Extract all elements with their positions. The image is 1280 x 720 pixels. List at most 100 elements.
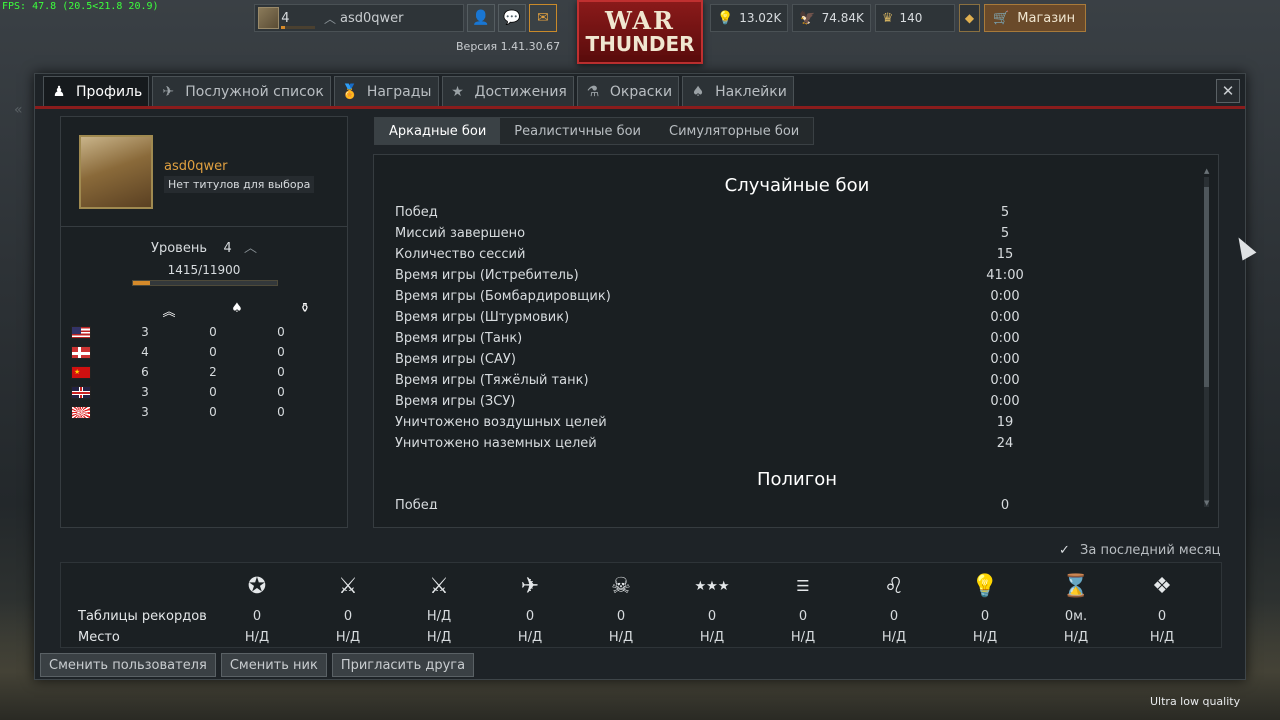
leaderboard-cell: Н/Д bbox=[244, 630, 270, 645]
section-title: Полигон bbox=[757, 469, 837, 490]
level-progress-fill bbox=[281, 26, 286, 29]
country-row: 3 0 0 bbox=[71, 402, 292, 422]
tab-label: Послужной список bbox=[185, 83, 324, 100]
pilot-icon: ♟ bbox=[52, 83, 66, 100]
tab-service-record[interactable]: ✈ Послужной список bbox=[152, 76, 331, 106]
level-progress-bar bbox=[281, 26, 316, 29]
crowns-value: 140 bbox=[899, 11, 923, 25]
chat-button[interactable]: 💬 bbox=[498, 4, 526, 32]
leaderboard-cell: 0 bbox=[616, 609, 626, 624]
lions-value: 13.02K bbox=[739, 11, 782, 25]
last-month-toggle[interactable]: ✓ За последний месяц bbox=[1059, 543, 1221, 558]
scroll-down-icon[interactable]: ▼ bbox=[1204, 499, 1209, 507]
scrollbar-thumb[interactable] bbox=[1204, 187, 1209, 387]
scrollbar[interactable] bbox=[1204, 177, 1209, 507]
star-icon: ★ bbox=[451, 83, 464, 100]
lightbulb-icon: 💡 bbox=[717, 10, 734, 26]
country-value: 6 bbox=[141, 365, 149, 379]
player-level-value: 4 bbox=[281, 10, 290, 26]
side-collapse-icon[interactable]: « bbox=[14, 102, 23, 118]
leaderboard-cell: Н/Д bbox=[881, 630, 907, 645]
country-table: 3 0 0 4 0 0 ★ 6 2 0 3 0 0 3 0 0 bbox=[71, 322, 292, 422]
friends-button[interactable]: 👤 bbox=[467, 4, 495, 32]
top-bar-right: 💡 13.02K 🦅 74.84K ♛ 140 ◆ 🛒 Магазин bbox=[710, 4, 1087, 32]
avatar[interactable] bbox=[79, 135, 153, 209]
lions-balance[interactable]: 💡 13.02K bbox=[710, 4, 789, 32]
experience-bar bbox=[132, 280, 278, 286]
tab-label: Награды bbox=[366, 83, 432, 100]
profile-window: ♟ Профиль ✈ Послужной список 🏅 Награды ★… bbox=[34, 73, 1246, 680]
tab-profile[interactable]: ♟ Профиль bbox=[43, 76, 150, 106]
leaderboard-cell: Н/Д bbox=[426, 609, 452, 624]
change-nick-button[interactable]: Сменить ник bbox=[220, 653, 327, 677]
eagle-icon: 🦅 bbox=[799, 10, 816, 26]
leaderboard-cell: Н/Д bbox=[608, 630, 634, 645]
rank-chevron-icon: ︿ bbox=[243, 241, 257, 256]
player-level: 4 bbox=[281, 5, 316, 31]
mail-icon: ✉ bbox=[537, 10, 549, 26]
country-value: 0 bbox=[277, 325, 285, 339]
decal-icon: ♠ bbox=[691, 83, 705, 100]
tab-awards[interactable]: 🏅 Награды bbox=[333, 76, 439, 106]
country-row: 3 0 0 bbox=[71, 382, 292, 402]
rank-chevron-icon: ︽ bbox=[162, 305, 176, 320]
tab-simulator[interactable]: Симуляторные бои bbox=[655, 118, 813, 144]
tab-skins[interactable]: ⚗ Окраски bbox=[576, 76, 680, 106]
stat-label: Время игры (ЗСУ) bbox=[395, 394, 516, 409]
stat-value: 15 bbox=[996, 247, 1014, 262]
ussr-flag-icon: ★ bbox=[71, 365, 91, 379]
title-selector[interactable]: Нет титулов для выбора bbox=[164, 176, 315, 193]
stat-row: Время игры (Тяжёлый танк) 0:00 bbox=[395, 370, 1035, 391]
close-button[interactable]: ✕ bbox=[1216, 79, 1240, 103]
tab-realistic[interactable]: Реалистичные бои bbox=[500, 118, 655, 144]
stat-value: 5 bbox=[1000, 226, 1010, 241]
checkmark-icon: ✓ bbox=[1059, 543, 1070, 558]
bottom-actions: Сменить пользователя Сменить ник Приглас… bbox=[40, 653, 479, 677]
country-value: 4 bbox=[141, 345, 149, 359]
country-value: 0 bbox=[277, 365, 285, 379]
tab-achievements[interactable]: ★ Достижения bbox=[441, 76, 574, 106]
leaderboard-cell: 0 bbox=[252, 609, 262, 624]
stat-row: Побед 5 bbox=[395, 202, 1035, 223]
crowns-balance[interactable]: ♛ 140 bbox=[874, 4, 955, 32]
tab-underline bbox=[35, 106, 1245, 109]
stat-row: Время игры (ЗСУ) 0:00 bbox=[395, 391, 1035, 412]
country-value: 3 bbox=[141, 385, 149, 399]
shop-button[interactable]: 🛒 Магазин bbox=[984, 4, 1087, 32]
leaderboard-cell: Н/Д bbox=[1149, 630, 1175, 645]
stat-row: Время игры (Танк) 0:00 bbox=[395, 328, 1035, 349]
scroll-up-icon[interactable]: ▲ bbox=[1204, 167, 1209, 175]
stat-value: 0:00 bbox=[990, 310, 1020, 325]
stat-value: 0:00 bbox=[990, 352, 1020, 367]
tab-arcade[interactable]: Аркадные бои bbox=[375, 118, 501, 144]
change-user-button[interactable]: Сменить пользователя bbox=[40, 653, 216, 677]
eagles-balance[interactable]: 🦅 74.84K bbox=[792, 4, 871, 32]
top-bar-left: 4 ︿ asd0qwer 👤 💬 ✉ bbox=[254, 4, 557, 32]
player-level-box[interactable]: 4 bbox=[254, 4, 316, 32]
avatar bbox=[258, 7, 280, 29]
stat-value: 0:00 bbox=[990, 289, 1020, 304]
nickname-label: asd0qwer bbox=[340, 10, 404, 26]
country-value: 0 bbox=[277, 385, 285, 399]
stat-row: Миссий завершено 5 bbox=[395, 223, 1035, 244]
profile-tabs: ♟ Профиль ✈ Послужной список 🏅 Награды ★… bbox=[43, 76, 797, 106]
crossed-swords-icon: ⚔ bbox=[338, 573, 358, 599]
tab-decals[interactable]: ♠ Наклейки bbox=[682, 76, 794, 106]
logo-line1: WAR bbox=[605, 6, 675, 35]
profile-summary: asd0qwer Нет титулов для выбора Уровень … bbox=[60, 116, 348, 528]
invite-friend-button[interactable]: Пригласить друга bbox=[331, 653, 475, 677]
nickname-box[interactable]: ︿ asd0qwer bbox=[316, 4, 464, 32]
stat-value: 41:00 bbox=[986, 268, 1024, 283]
person-icon: 👤 bbox=[472, 10, 490, 26]
premium-button[interactable]: ◆ bbox=[958, 4, 981, 32]
stat-label: Время игры (Танк) bbox=[395, 331, 523, 346]
leaderboard-row-records: Таблицы рекордов bbox=[61, 606, 253, 627]
country-value: 0 bbox=[277, 345, 285, 359]
mail-button[interactable]: ✉ bbox=[529, 4, 557, 32]
premium-diamond-icon: ◆ bbox=[964, 11, 975, 25]
quality-label: Ultra low quality bbox=[1150, 695, 1241, 708]
leaderboard-cell: Н/Д bbox=[426, 630, 452, 645]
stat-row: Время игры (САУ) 0:00 bbox=[395, 349, 1035, 370]
leaderboard-cell: 0 bbox=[980, 609, 990, 624]
three-stars-icon: ★★★ bbox=[694, 578, 730, 594]
